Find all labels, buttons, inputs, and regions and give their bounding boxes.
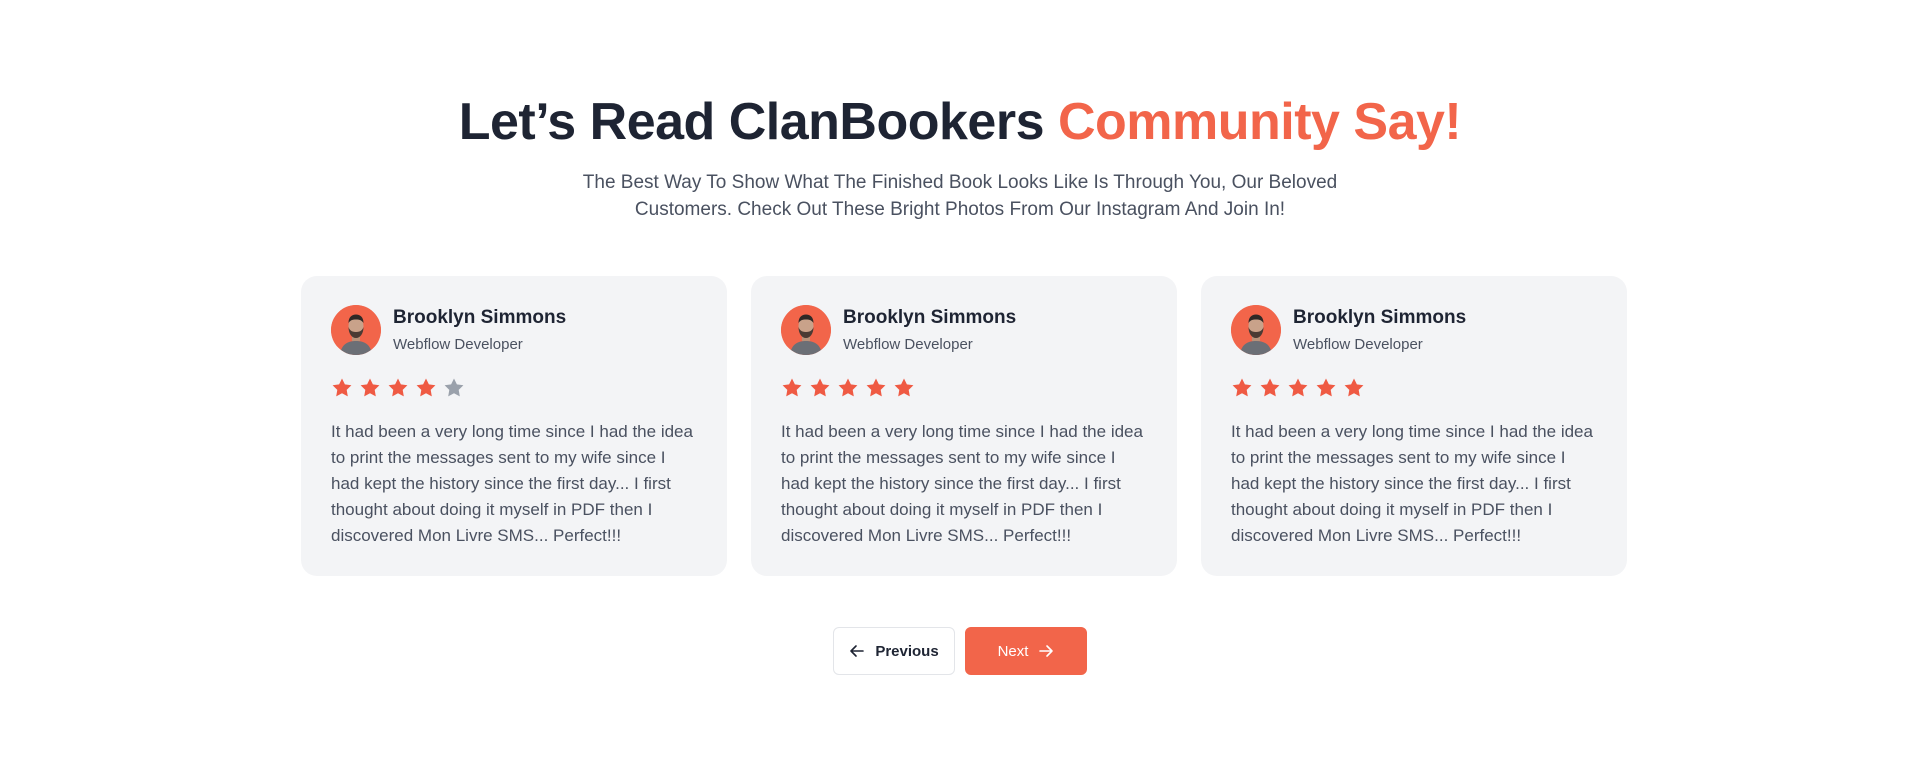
author-role: Webflow Developer — [393, 336, 523, 353]
avatar — [1231, 305, 1281, 355]
avatar — [781, 305, 831, 355]
arrow-left-icon — [849, 643, 865, 659]
star-empty-icon — [443, 377, 465, 399]
author-name: Brooklyn Simmons — [393, 307, 567, 328]
testimonial-card: Brooklyn Simmons Webflow Developer It ha… — [301, 276, 727, 576]
author-info: Brooklyn Simmons Webflow Developer — [1293, 305, 1466, 355]
star-rating — [1231, 377, 1597, 399]
author-name: Brooklyn Simmons — [1293, 307, 1467, 328]
star-filled-icon — [331, 377, 353, 399]
avatar — [331, 305, 381, 355]
section-subtitle: The Best Way To Show What The Finished B… — [582, 172, 1338, 220]
carousel-navigation: Previous Next — [0, 627, 1920, 675]
next-label: Next — [997, 642, 1029, 660]
previous-label: Previous — [875, 642, 939, 660]
star-filled-icon — [387, 377, 409, 399]
arrow-right-icon — [1038, 643, 1054, 659]
card-header: Brooklyn Simmons Webflow Developer — [331, 305, 697, 355]
star-rating — [331, 377, 697, 399]
star-filled-icon — [865, 377, 887, 399]
star-filled-icon — [1315, 377, 1337, 399]
star-filled-icon — [781, 377, 803, 399]
next-button[interactable]: Next — [965, 627, 1087, 675]
title-main: Let’s Read ClanBookers — [458, 93, 1058, 151]
star-filled-icon — [809, 377, 831, 399]
testimonial-text: It had been a very long time since I had… — [781, 422, 1143, 545]
testimonial-card: Brooklyn Simmons Webflow Developer It ha… — [1201, 276, 1627, 576]
author-info: Brooklyn Simmons Webflow Developer — [843, 305, 1016, 355]
author-name: Brooklyn Simmons — [843, 307, 1017, 328]
title-accent: Community Say! — [1057, 93, 1462, 151]
author-info: Brooklyn Simmons Webflow Developer — [393, 305, 566, 355]
author-role: Webflow Developer — [843, 336, 973, 353]
section-title: Let’s Read ClanBookers Community Say! — [0, 90, 1920, 154]
star-filled-icon — [1259, 377, 1281, 399]
star-filled-icon — [1343, 377, 1365, 399]
star-filled-icon — [837, 377, 859, 399]
testimonial-cards: Brooklyn Simmons Webflow Developer It ha… — [301, 276, 1629, 576]
card-header: Brooklyn Simmons Webflow Developer — [1231, 305, 1597, 355]
testimonial-card: Brooklyn Simmons Webflow Developer It ha… — [751, 276, 1177, 576]
previous-button[interactable]: Previous — [833, 627, 955, 675]
testimonial-text: It had been a very long time since I had… — [1231, 422, 1593, 545]
star-filled-icon — [1231, 377, 1253, 399]
author-role: Webflow Developer — [1293, 336, 1423, 353]
star-filled-icon — [359, 377, 381, 399]
card-header: Brooklyn Simmons Webflow Developer — [781, 305, 1147, 355]
star-filled-icon — [1287, 377, 1309, 399]
star-rating — [781, 377, 1147, 399]
star-filled-icon — [415, 377, 437, 399]
star-filled-icon — [893, 377, 915, 399]
testimonials-section: Let’s Read ClanBookers Community Say! Th… — [0, 0, 1920, 762]
testimonial-text: It had been a very long time since I had… — [331, 422, 693, 545]
